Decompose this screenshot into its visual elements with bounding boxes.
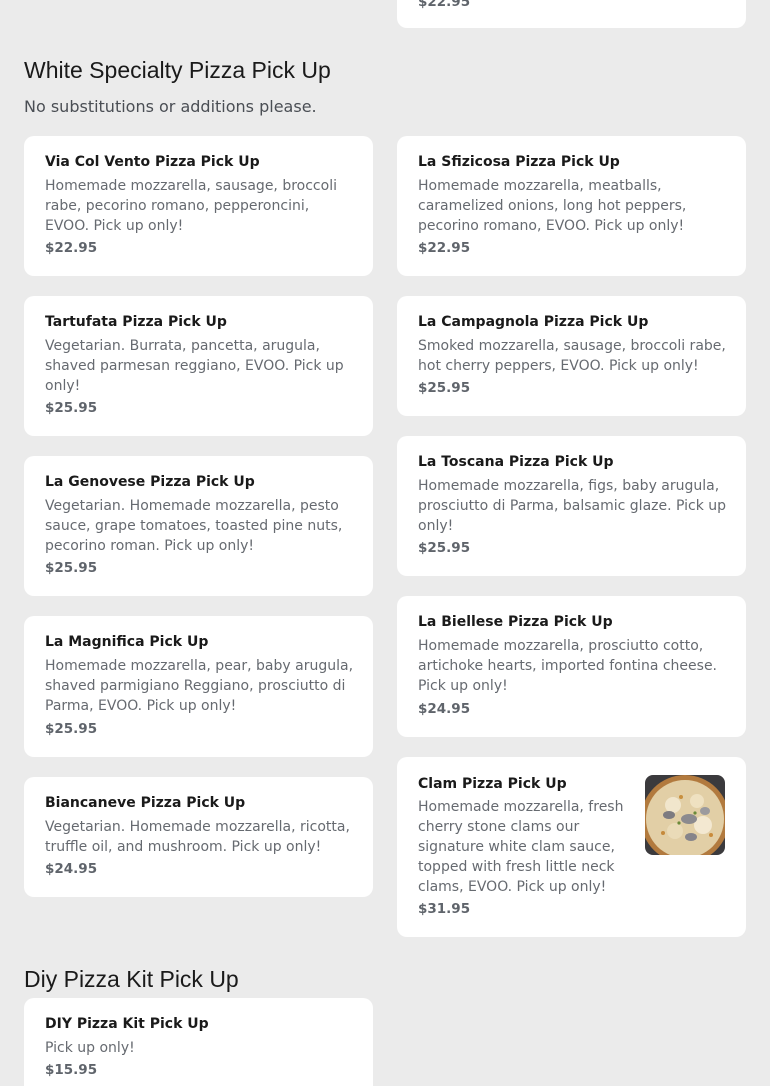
- menu-item-card[interactable]: Via Col Vento Pizza Pick Up Homemade moz…: [24, 136, 373, 276]
- item-price: $25.95: [418, 380, 471, 396]
- item-price: $25.95: [45, 560, 98, 576]
- menu-page: $22.95 White Specialty Pizza Pick Up No …: [0, 0, 770, 1086]
- item-name: La Sfizicosa Pizza Pick Up: [418, 154, 620, 170]
- item-name: La Biellese Pizza Pick Up: [418, 614, 613, 630]
- item-name: Tartufata Pizza Pick Up: [45, 314, 227, 330]
- item-name: Via Col Vento Pizza Pick Up: [45, 154, 260, 170]
- item-name: La Toscana Pizza Pick Up: [418, 454, 614, 470]
- item-name: La Magnifica Pick Up: [45, 634, 209, 650]
- item-price: $25.95: [418, 540, 471, 556]
- item-description: Vegetarian. Homemade mozzarella, ricotta…: [45, 819, 350, 855]
- item-name: DIY Pizza Kit Pick Up: [45, 1016, 209, 1032]
- item-description: Homemade mozzarella, sausage, broccoli r…: [45, 178, 337, 234]
- menu-item-card[interactable]: Clam Pizza Pick Up Homemade mozzarella, …: [397, 757, 746, 937]
- clam-pizza-photo[interactable]: [645, 775, 725, 855]
- item-description: Homemade mozzarella, figs, baby arugula,…: [418, 478, 727, 534]
- menu-item-card[interactable]: La Magnifica Pick Up Homemade mozzarella…: [24, 616, 373, 757]
- item-price: $31.95: [418, 901, 471, 917]
- item-price: $25.95: [45, 400, 98, 416]
- item-price: $22.95: [45, 240, 98, 256]
- item-name: Biancaneve Pizza Pick Up: [45, 795, 246, 811]
- item-description: Vegetarian. Burrata, pancetta, arugula, …: [45, 338, 344, 394]
- section-subtitle: No substitutions or additions please.: [24, 97, 317, 116]
- item-description: Vegetarian. Homemade mozzarella, pesto s…: [45, 498, 343, 554]
- menu-item-card[interactable]: La Campagnola Pizza Pick Up Smoked mozza…: [397, 296, 746, 416]
- item-price: $24.95: [418, 701, 471, 717]
- item-description: Homemade mozzarella, pear, baby arugula,…: [45, 658, 354, 714]
- item-price: $15.95: [45, 1062, 98, 1078]
- menu-item-card[interactable]: DIY Pizza Kit Pick Up Pick up only! $15.…: [24, 998, 373, 1086]
- item-price: $22.95: [418, 0, 471, 10]
- item-description: Pick up only!: [45, 1040, 135, 1056]
- item-description: Smoked mozzarella, sausage, broccoli rab…: [418, 338, 726, 374]
- menu-item-card[interactable]: La Biellese Pizza Pick Up Homemade mozza…: [397, 596, 746, 737]
- item-description: Homemade mozzarella, fresh cherry stone …: [418, 799, 624, 895]
- item-name: La Campagnola Pizza Pick Up: [418, 314, 649, 330]
- menu-item-card[interactable]: Tartufata Pizza Pick Up Vegetarian. Burr…: [24, 296, 373, 436]
- item-description: Homemade mozzarella, prosciutto cotto, a…: [418, 638, 718, 694]
- menu-item-card[interactable]: La Sfizicosa Pizza Pick Up Homemade mozz…: [397, 136, 746, 276]
- menu-item-card[interactable]: La Genovese Pizza Pick Up Vegetarian. Ho…: [24, 456, 373, 596]
- menu-item-card[interactable]: La Toscana Pizza Pick Up Homemade mozzar…: [397, 436, 746, 576]
- item-price: $24.95: [45, 861, 98, 877]
- item-price: $25.95: [45, 721, 98, 737]
- menu-item-card[interactable]: Biancaneve Pizza Pick Up Vegetarian. Hom…: [24, 777, 373, 897]
- section-title: Diy Pizza Kit Pick Up: [24, 966, 239, 992]
- item-description: Homemade mozzarella, meatballs, carameli…: [418, 178, 687, 234]
- item-price: $22.95: [418, 240, 471, 256]
- item-name: Clam Pizza Pick Up: [418, 776, 567, 792]
- pizza-image: [645, 775, 725, 855]
- section-title: White Specialty Pizza Pick Up: [24, 57, 331, 83]
- menu-item-card[interactable]: $22.95: [397, 0, 746, 28]
- item-name: La Genovese Pizza Pick Up: [45, 474, 255, 490]
